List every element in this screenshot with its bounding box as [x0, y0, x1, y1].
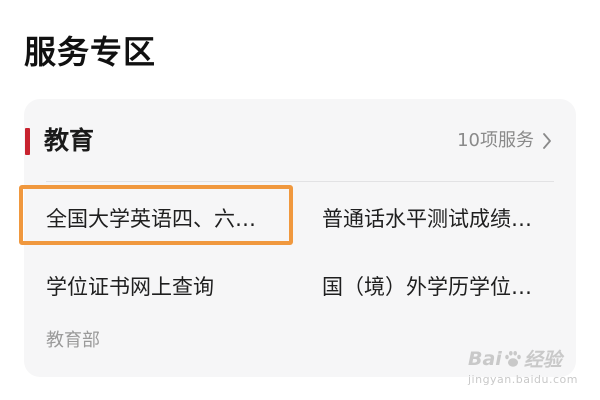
watermark-brand-right: 经验: [523, 349, 562, 371]
section-accent-bar: [25, 128, 30, 155]
page-title: 服务专区: [24, 33, 157, 71]
watermark-brand: Bai 经验: [468, 345, 578, 372]
section-title: 教育: [44, 126, 95, 155]
watermark-url: jingyan.baidu.com: [467, 373, 578, 386]
baidu-jingyan-watermark: Bai 经验 jingyan.baidu.com: [467, 345, 578, 387]
service-item-foreign-degree[interactable]: 国（境）外学历学位…: [322, 275, 548, 300]
paw-icon: [505, 350, 521, 367]
section-divider: [46, 181, 554, 182]
service-item-degree-certificate[interactable]: 学位证书网上查询: [46, 275, 272, 300]
service-count-link[interactable]: 10项服务: [457, 130, 552, 152]
service-count-label: 10项服务: [457, 130, 534, 151]
watermark-brand-left: Bai: [467, 347, 502, 370]
service-item-putonghua-test[interactable]: 普通话水平测试成绩…: [322, 207, 548, 232]
chevron-right-icon: [543, 132, 551, 149]
education-service-card: 教育 10项服务 全国大学英语四、六… 普通话水平测试成绩… 学位证书网上查询 …: [19, 99, 576, 377]
service-provider-label: 教育部: [46, 330, 100, 351]
service-item-cet[interactable]: 全国大学英语四、六…: [46, 207, 272, 232]
